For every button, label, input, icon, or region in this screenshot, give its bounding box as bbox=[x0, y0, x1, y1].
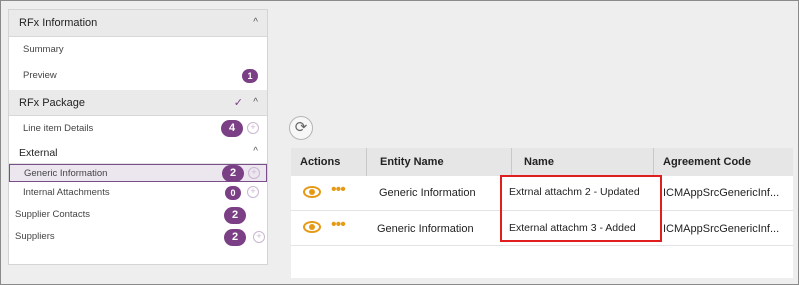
checkmark-icon: ✓ bbox=[233, 97, 243, 109]
sidebar-item-label: Generic Information bbox=[24, 168, 108, 179]
eye-icon[interactable] bbox=[303, 221, 321, 233]
count-badge: 2 bbox=[222, 165, 244, 182]
sidebar-item-summary[interactable]: Summary bbox=[9, 37, 267, 63]
chevron-up-icon[interactable]: ^ bbox=[253, 146, 258, 157]
more-dots-icon[interactable]: ••• bbox=[331, 216, 346, 234]
section-rfx-information[interactable]: RFx Information ^ bbox=[9, 10, 267, 37]
count-badge: 2 bbox=[224, 229, 246, 246]
column-divider bbox=[366, 148, 367, 176]
sidebar-item-label: Line item Details bbox=[23, 123, 94, 134]
sidebar-item-label: Preview bbox=[23, 70, 57, 81]
column-header-agreement-code[interactable]: Agreement Code bbox=[663, 148, 751, 176]
sidebar-item-supplier-contacts[interactable]: Supplier Contacts 2 bbox=[9, 205, 267, 227]
count-badge: 0 bbox=[225, 186, 241, 200]
sidebar-item-label: Suppliers bbox=[15, 231, 55, 242]
section-title: External bbox=[19, 147, 58, 159]
sidebar-item-label: Internal Attachments bbox=[23, 187, 110, 198]
highlight-box bbox=[500, 175, 662, 242]
sidebar-item-suppliers[interactable]: Suppliers 2 + bbox=[9, 227, 267, 249]
section-rfx-package[interactable]: RFx Package ✓ ^ bbox=[9, 90, 267, 116]
add-circle-icon[interactable]: + bbox=[253, 231, 265, 243]
section-external[interactable]: External ^ bbox=[9, 142, 267, 164]
column-header-actions[interactable]: Actions bbox=[300, 148, 340, 176]
count-badge: 4 bbox=[221, 120, 243, 137]
chevron-up-icon[interactable]: ^ bbox=[253, 97, 258, 108]
sidebar-item-generic-information[interactable]: Generic Information 2 + bbox=[9, 164, 267, 182]
section-title: RFx Information bbox=[19, 17, 98, 29]
count-badge: 2 bbox=[224, 207, 246, 224]
refresh-icon[interactable]: ⟳ bbox=[289, 116, 313, 140]
sidebar-item-line-item-details[interactable]: Line item Details 4 + bbox=[9, 116, 267, 142]
sidebar-item-label: Supplier Contacts bbox=[15, 209, 90, 220]
column-header-name[interactable]: Name bbox=[524, 148, 554, 176]
add-circle-icon[interactable]: + bbox=[247, 122, 259, 134]
column-header-entity-name[interactable]: Entity Name bbox=[380, 148, 444, 176]
column-divider bbox=[653, 148, 654, 176]
sidebar-item-label: Summary bbox=[23, 44, 64, 55]
app-frame: RFx Information ^ Summary Preview 1 RFx … bbox=[0, 0, 799, 285]
add-circle-icon[interactable]: + bbox=[247, 186, 259, 198]
sidebar: RFx Information ^ Summary Preview 1 RFx … bbox=[8, 9, 268, 265]
section-title: RFx Package bbox=[19, 97, 86, 109]
sidebar-item-internal-attachments[interactable]: Internal Attachments 0 + bbox=[9, 183, 267, 205]
entity-name-cell: Generic Information bbox=[377, 223, 474, 235]
entity-name-cell: Generic Information bbox=[379, 187, 476, 199]
grid-header: Actions Entity Name Name Agreement Code bbox=[291, 148, 793, 176]
column-divider bbox=[511, 148, 512, 176]
more-dots-icon[interactable]: ••• bbox=[331, 181, 346, 199]
eye-icon[interactable] bbox=[303, 186, 321, 198]
sidebar-item-preview[interactable]: Preview 1 bbox=[9, 63, 267, 89]
add-circle-icon[interactable]: + bbox=[248, 167, 260, 179]
agreement-code-cell: ICMAppSrcGenericInf... bbox=[663, 223, 780, 235]
chevron-up-icon[interactable]: ^ bbox=[253, 17, 258, 28]
agreement-code-cell: ICMAppSrcGenericInf... bbox=[663, 187, 780, 199]
count-badge: 1 bbox=[242, 69, 258, 83]
